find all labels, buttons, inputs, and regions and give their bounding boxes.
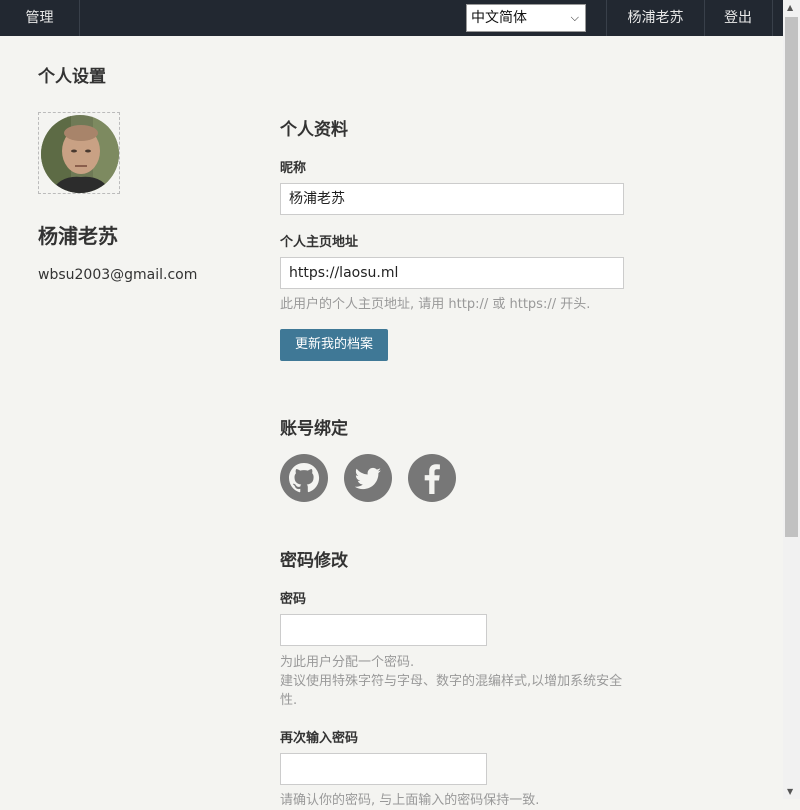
admin-link[interactable]: 管理	[0, 0, 80, 36]
page-title: 个人设置	[38, 67, 106, 87]
confirm-password-help: 请确认你的密码, 与上面输入的密码保持一致.	[280, 793, 540, 808]
avatar-frame[interactable]	[38, 112, 120, 194]
nickname-label: 昵称	[280, 161, 307, 176]
user-menu-link[interactable]: 杨浦老苏	[606, 0, 705, 36]
nickname-input[interactable]: 杨浦老苏	[280, 183, 624, 215]
profile-section-title: 个人资料	[280, 120, 348, 140]
binding-section-title: 账号绑定	[280, 419, 348, 439]
github-icon[interactable]	[280, 454, 328, 502]
scroll-down-arrow-icon[interactable]: ▼	[787, 787, 793, 796]
password-help-line1: 为此用户分配一个密码.	[280, 655, 415, 670]
update-profile-button[interactable]: 更新我的档案	[280, 329, 388, 361]
password-label: 密码	[280, 592, 307, 607]
language-select-value: 中文简体	[471, 10, 527, 26]
scrollbar-thumb[interactable]	[785, 17, 798, 537]
profile-name: 杨浦老苏	[38, 224, 118, 248]
scroll-up-arrow-icon[interactable]: ▲	[787, 3, 793, 12]
top-navbar: 管理 中文简体 ⌵ 杨浦老苏 登出	[0, 0, 783, 36]
avatar	[41, 115, 119, 193]
password-input[interactable]	[280, 614, 487, 646]
page-scrollbar[interactable]: ▲ ▼	[783, 0, 800, 799]
chevron-down-icon: ⌵	[570, 11, 579, 24]
confirm-password-label: 再次输入密码	[280, 731, 359, 746]
password-section-title: 密码修改	[280, 551, 348, 571]
password-help-line2: 建议使用特殊字符与字母、数字的混编样式,以增加系统安全性.	[280, 674, 623, 708]
logout-link[interactable]: 登出	[704, 0, 773, 36]
homepage-label: 个人主页地址	[280, 235, 359, 250]
twitter-icon[interactable]	[344, 454, 392, 502]
facebook-icon[interactable]	[408, 454, 456, 502]
homepage-help-text: 此用户的个人主页地址, 请用 http:// 或 https:// 开头.	[280, 297, 591, 312]
language-select[interactable]: 中文简体 ⌵	[466, 4, 586, 32]
profile-email: wbsu2003@gmail.com	[38, 267, 198, 283]
confirm-password-input[interactable]	[280, 753, 487, 785]
homepage-input[interactable]: https://laosu.ml	[280, 257, 624, 289]
